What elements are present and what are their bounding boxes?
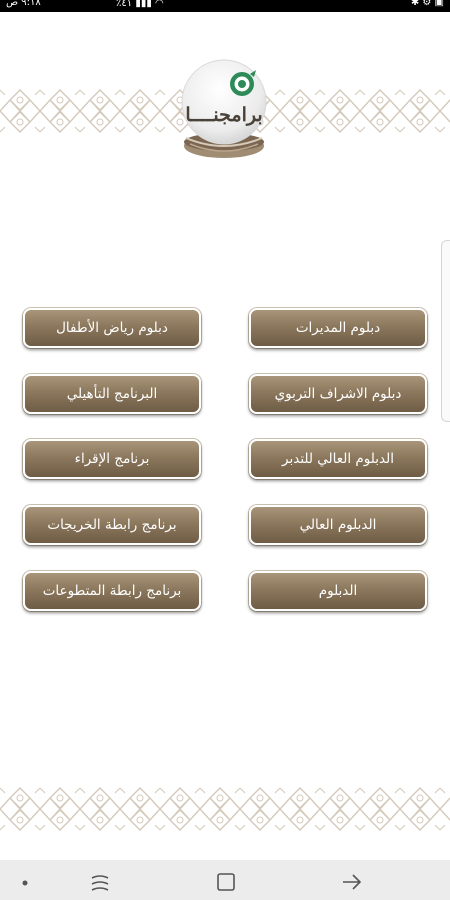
program-button-kindergarten-diploma[interactable]: دبلوم رياض الأطفال <box>23 308 201 348</box>
back-icon[interactable] <box>340 870 364 892</box>
program-button-graduates-league[interactable]: برنامج رابطة الخريجات <box>23 505 201 545</box>
program-button-iqraa-program[interactable]: برنامج الإقراء <box>23 439 201 479</box>
bluetooth-icon: ✱ <box>410 0 420 8</box>
status-right-icons: ✱ ⚙ ▣ <box>411 0 444 9</box>
program-button-principals-diploma[interactable]: دبلوم المديرات <box>249 308 427 348</box>
program-button-higher-diploma-reflection[interactable]: الدبلوم العالي للتدبر <box>249 439 427 479</box>
status-bar: ٩:١٨ ص ٪٤١ ▮▮▮ ◠ ✱ ⚙ ▣ <box>0 0 450 12</box>
program-button-diploma[interactable]: الدبلوم <box>249 571 427 611</box>
settings-icon: ⚙ <box>422 0 432 8</box>
android-nav-bar <box>0 860 450 900</box>
side-panel-handle[interactable] <box>441 240 450 422</box>
program-button-supervision-diploma[interactable]: دبلوم الاشراف التربوي <box>249 374 427 414</box>
notification-icon: ▣ <box>434 0 444 8</box>
logo-title: برامجنــــا <box>185 104 263 126</box>
program-button-higher-diploma[interactable]: الدبلوم العالي <box>249 505 427 545</box>
status-time: ٩:١٨ ص <box>6 0 41 8</box>
programs-logo: برامجنــــا <box>176 58 272 162</box>
home-icon[interactable] <box>214 870 238 892</box>
status-icons: ٪٤١ ▮▮▮ ◠ <box>116 0 164 10</box>
battery-level: ٪٤١ <box>116 0 133 9</box>
program-button-volunteers-league[interactable]: برنامج رابطة المتطوعات <box>23 571 201 611</box>
wifi-icon: ◠ <box>155 0 164 9</box>
signal-icon: ▮▮▮ <box>135 0 152 9</box>
dot-icon[interactable] <box>14 870 38 892</box>
program-button-qualifying-program[interactable]: البرنامج التأهيلي <box>23 374 201 414</box>
bottom-ornament-band <box>0 786 450 832</box>
recent-apps-icon[interactable] <box>88 870 112 892</box>
